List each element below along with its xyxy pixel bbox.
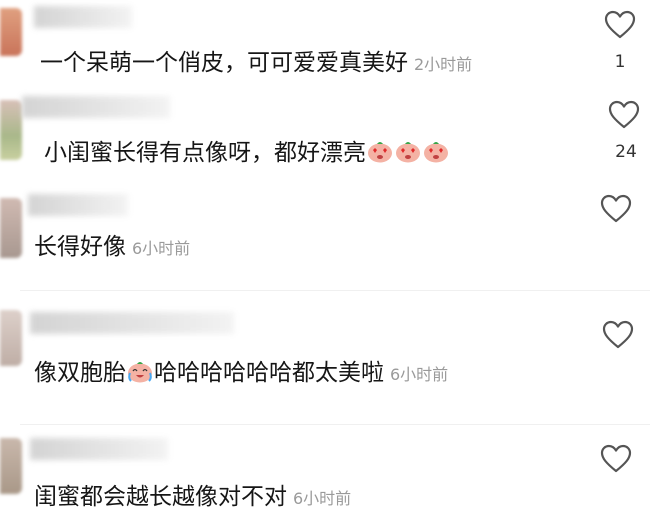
- like-button[interactable]: [600, 444, 632, 474]
- comment-time: 6小时前: [132, 239, 191, 258]
- heart-icon: [600, 444, 632, 473]
- username[interactable]: [30, 312, 234, 334]
- comment-text: 长得好像 6小时前: [34, 232, 190, 264]
- avatar[interactable]: [0, 438, 22, 494]
- username[interactable]: [34, 6, 132, 28]
- username[interactable]: [30, 438, 168, 460]
- like-button[interactable]: [608, 100, 640, 130]
- avatar[interactable]: [0, 310, 22, 366]
- avatar[interactable]: [0, 198, 22, 258]
- comment-item: 小闺蜜长得有点像呀，都好漂亮 24: [0, 92, 650, 188]
- comment-time: 6小时前: [390, 365, 449, 384]
- comment-body: 小闺蜜长得有点像呀，都好漂亮: [44, 140, 366, 166]
- like-button[interactable]: [600, 194, 632, 224]
- heart-icon: [602, 320, 634, 349]
- like-count: 24: [615, 142, 637, 162]
- comment-text: 一个呆萌一个俏皮，可可爱爱真美好 2小时前: [40, 48, 472, 80]
- comment-text: 小闺蜜长得有点像呀，都好漂亮: [44, 138, 450, 168]
- avatar[interactable]: [0, 100, 22, 160]
- username[interactable]: [22, 96, 170, 118]
- heart-icon: [604, 10, 636, 39]
- laugh-cry-emoji: [128, 362, 152, 383]
- heart-eyes-emoji: [368, 142, 392, 163]
- comment-body-cont: 哈哈哈哈哈哈都太美啦: [154, 360, 384, 386]
- like-button[interactable]: [604, 10, 636, 40]
- comment-text: 像双胞胎 哈哈哈哈哈哈都太美啦 6小时前: [34, 358, 448, 390]
- comment-item: 闺蜜都会越长越像对不对 6小时前: [0, 430, 650, 516]
- divider: [20, 424, 650, 425]
- divider: [20, 290, 650, 291]
- heart-icon: [608, 100, 640, 129]
- like-count: 1: [614, 52, 626, 72]
- heart-eyes-emoji: [424, 142, 448, 163]
- avatar[interactable]: [0, 8, 22, 56]
- username[interactable]: [28, 194, 128, 216]
- like-button[interactable]: [602, 320, 634, 350]
- comment-time: 6小时前: [293, 489, 352, 508]
- comment-body: 长得好像: [34, 234, 126, 260]
- comment-body: 一个呆萌一个俏皮，可可爱爱真美好: [40, 50, 408, 76]
- comment-body: 像双胞胎: [34, 360, 126, 386]
- heart-icon: [600, 194, 632, 223]
- comment-item: 一个呆萌一个俏皮，可可爱爱真美好 2小时前 1: [0, 0, 650, 92]
- comment-text: 闺蜜都会越长越像对不对 6小时前: [34, 482, 351, 514]
- comment-item: 长得好像 6小时前: [0, 188, 650, 288]
- heart-eyes-emoji: [396, 142, 420, 163]
- comment-item: 像双胞胎 哈哈哈哈哈哈都太美啦 6小时前: [0, 300, 650, 420]
- comment-body: 闺蜜都会越长越像对不对: [34, 484, 287, 510]
- comment-time: 2小时前: [414, 55, 473, 74]
